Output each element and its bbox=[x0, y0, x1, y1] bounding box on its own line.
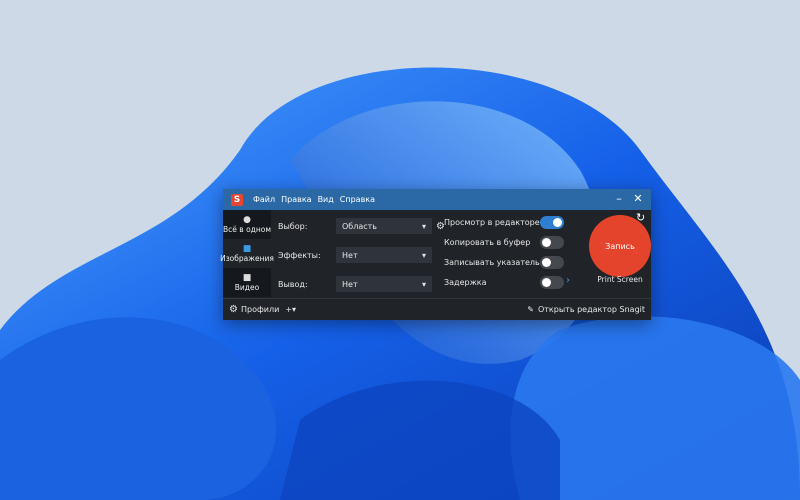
menu-help[interactable]: Справка bbox=[340, 195, 375, 204]
option-preview-in-editor: Просмотр в редакторе bbox=[444, 216, 564, 229]
effects-value: Нет bbox=[342, 250, 358, 260]
close-button[interactable]: ✕ bbox=[630, 192, 646, 205]
snagit-capture-window: S Файл Правка Вид Справка – ✕ ● Всё в одн… bbox=[220, 189, 651, 320]
menu-view[interactable]: Вид bbox=[318, 195, 334, 204]
chevron-right-icon[interactable]: › bbox=[566, 275, 570, 286]
selection-label: Выбор: bbox=[278, 221, 308, 231]
add-profile-button[interactable]: +▾ bbox=[285, 305, 296, 314]
open-editor-button[interactable]: Открыть редактор Snagit bbox=[538, 305, 645, 314]
capture-mode-tabs: ● Всё в одном ■ Изображения ■ Видео bbox=[220, 210, 274, 298]
tab-image[interactable]: ■ Изображения bbox=[220, 239, 274, 268]
selection-dropdown[interactable]: Область ▾ bbox=[336, 218, 432, 234]
camera-icon: ■ bbox=[242, 244, 252, 254]
menu-file[interactable]: Файл bbox=[253, 195, 275, 204]
profiles-button[interactable]: Профили bbox=[241, 305, 279, 314]
profiles-gear-icon[interactable]: ⚙ bbox=[229, 304, 238, 315]
snagit-logo: S bbox=[231, 193, 243, 206]
caret-down-icon: ▾ bbox=[421, 279, 426, 289]
output-dropdown[interactable]: Нет ▾ bbox=[336, 276, 432, 292]
tab-video[interactable]: ■ Видео bbox=[223, 268, 271, 297]
option-delay: Задержка bbox=[444, 276, 564, 289]
bottom-bar: ⚙ Профили +▾ ✎ Открыть редактор Snagit bbox=[223, 298, 651, 320]
capture-label: Запись bbox=[605, 241, 635, 251]
option-copy-to-clipboard: Копировать в буфер bbox=[444, 236, 564, 249]
output-label: Вывод: bbox=[278, 279, 308, 289]
effects-dropdown[interactable]: Нет ▾ bbox=[336, 247, 432, 263]
option-capture-cursor: Записывать указатель bbox=[444, 256, 564, 269]
all-in-one-icon: ● bbox=[243, 215, 251, 225]
menu-edit[interactable]: Правка bbox=[281, 195, 311, 204]
video-camera-icon: ■ bbox=[242, 273, 252, 283]
selection-row: Выбор: Область ▾ ⚙ bbox=[278, 218, 445, 234]
caret-down-icon: ▾ bbox=[421, 250, 426, 260]
effects-row: Эффекты: Нет ▾ bbox=[278, 247, 432, 263]
option-label: Копировать в буфер bbox=[444, 238, 531, 247]
clipboard-toggle[interactable] bbox=[540, 236, 564, 249]
option-label: Задержка bbox=[444, 278, 487, 287]
option-label: Просмотр в редакторе bbox=[444, 218, 540, 227]
selection-value: Область bbox=[342, 221, 378, 231]
tab-all-in-one[interactable]: ● Всё в одном bbox=[223, 210, 271, 239]
effects-label: Эффекты: bbox=[278, 250, 321, 260]
option-label: Записывать указатель bbox=[444, 258, 540, 267]
output-value: Нет bbox=[342, 279, 358, 289]
preview-toggle[interactable] bbox=[540, 216, 564, 229]
tab-label: Всё в одном bbox=[223, 225, 271, 234]
tab-label: Видео bbox=[234, 283, 260, 292]
cursor-toggle[interactable] bbox=[540, 256, 564, 269]
minimize-button[interactable]: – bbox=[611, 192, 627, 205]
edit-icon: ✎ bbox=[527, 305, 534, 314]
caret-down-icon: ▾ bbox=[421, 221, 426, 231]
capture-button[interactable]: Запись bbox=[589, 215, 651, 277]
tab-label: Изображения bbox=[220, 254, 274, 263]
title-bar: S Файл Правка Вид Справка – ✕ bbox=[223, 189, 651, 210]
delay-toggle[interactable] bbox=[540, 276, 564, 289]
hotkey-label: Print Screen bbox=[597, 275, 643, 284]
menu-bar: Файл Правка Вид Справка bbox=[253, 195, 375, 204]
output-row: Вывод: Нет ▾ bbox=[278, 276, 432, 292]
